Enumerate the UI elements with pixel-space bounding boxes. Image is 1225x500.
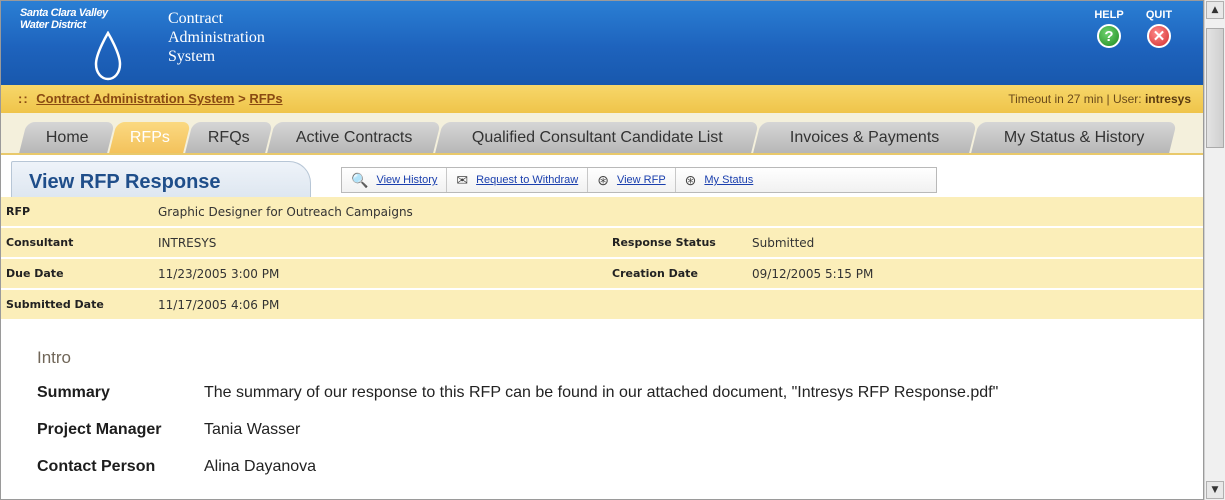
summary-label: Summary xyxy=(37,384,110,401)
help-button[interactable]: HELP ? xyxy=(1091,9,1127,48)
close-circle-icon[interactable]: ✕ xyxy=(1147,24,1171,48)
request-withdraw-action[interactable]: ✉ Request to Withdraw xyxy=(446,168,587,192)
project-manager-value: Tania Wasser xyxy=(204,421,301,438)
view-history-link[interactable]: View History xyxy=(376,174,437,186)
system-title-line: Contract xyxy=(168,10,224,27)
page-header: View RFP Response 🔍 View History ✉ Reque… xyxy=(1,153,1203,199)
user-name: intresys xyxy=(1144,92,1191,106)
intro-heading: Intro xyxy=(37,348,72,367)
detail-row-submitted-date: Submitted Date 11/17/2005 4:06 PM xyxy=(1,290,1203,321)
view-rfp-link[interactable]: View RFP xyxy=(617,174,666,186)
intro-row-contact-person: Contact Person Alina Dayanova xyxy=(37,458,1187,495)
tab-label: Invoices & Payments xyxy=(790,128,940,146)
tab-invoices-payments[interactable]: Invoices & Payments xyxy=(753,122,977,153)
intro-row-summary: Summary The summary of our response to t… xyxy=(37,384,1187,421)
tab-rfqs[interactable]: RFQs xyxy=(185,122,273,153)
withdraw-icon: ✉ xyxy=(456,171,469,188)
scroll-down-arrow-icon[interactable]: ▼ xyxy=(1206,481,1224,499)
document-icon: ⊛ xyxy=(597,171,609,188)
detail-row-consultant: Consultant INTRESYS Response Status Subm… xyxy=(1,228,1203,259)
scrollbar-thumb[interactable] xyxy=(1206,28,1224,148)
submitted-date-label: Submitted Date xyxy=(6,298,104,311)
submitted-date-value: 11/17/2005 4:06 PM xyxy=(158,298,280,312)
question-icon[interactable]: ? xyxy=(1097,24,1121,48)
tab-active-contracts[interactable]: Active Contracts xyxy=(267,122,441,153)
view-history-action[interactable]: 🔍 View History xyxy=(342,168,446,192)
tab-rfps[interactable]: RFPs xyxy=(109,122,191,153)
tab-label: Home xyxy=(45,128,89,146)
detail-row-due-date: Due Date 11/23/2005 3:00 PM Creation Dat… xyxy=(1,259,1203,290)
breadcrumb-prefix: :: xyxy=(18,91,29,106)
status-icon: ⊛ xyxy=(684,171,697,188)
app-window: Santa Clara Valley Water District Contra… xyxy=(0,0,1204,500)
system-title-line: System xyxy=(168,48,216,65)
summary-value: The summary of our response to this RFP … xyxy=(204,384,999,401)
contact-person-label: Contact Person xyxy=(37,458,156,475)
vertical-scrollbar[interactable]: ▲ ▼ xyxy=(1204,0,1225,500)
tab-label: My Status & History xyxy=(1003,128,1145,146)
quit-label: QUIT xyxy=(1145,9,1173,21)
user-label: User: xyxy=(1112,92,1142,106)
breadcrumb-bar: :: Contract Administration System > RFPs… xyxy=(1,85,1203,113)
project-manager-label: Project Manager xyxy=(37,421,162,438)
intro-row-project-manager: Project Manager Tania Wasser xyxy=(37,421,1187,458)
tab-qualified-consultant-candidate-list[interactable]: Qualified Consultant Candidate List xyxy=(435,122,759,153)
timeout-text: Timeout in 27 min | xyxy=(1008,92,1110,106)
detail-row-rfp: RFP Graphic Designer for Outreach Campai… xyxy=(1,197,1203,228)
tab-label: RFQs xyxy=(208,128,250,146)
breadcrumb-link-rfps[interactable]: RFPs xyxy=(249,91,282,106)
page-title: View RFP Response xyxy=(29,171,221,193)
response-status-label: Response Status xyxy=(612,236,716,249)
view-rfp-action[interactable]: ⊛ View RFP xyxy=(587,168,674,192)
system-title: Contract Administration System xyxy=(168,9,265,66)
response-details: RFP Graphic Designer for Outreach Campai… xyxy=(1,197,1203,321)
rfp-value: Graphic Designer for Outreach Campaigns xyxy=(158,205,413,219)
session-info: Timeout in 27 min | User: intresys xyxy=(1008,92,1191,106)
help-label: HELP xyxy=(1094,9,1124,21)
contact-person-value: Alina Dayanova xyxy=(204,458,317,475)
tab-label: Qualified Consultant Candidate List xyxy=(471,128,723,146)
system-title-line: Administration xyxy=(168,29,265,46)
creation-date-label: Creation Date xyxy=(612,267,698,280)
my-status-link[interactable]: My Status xyxy=(704,174,753,186)
magnifier-icon: 🔍 xyxy=(351,171,369,188)
quit-button[interactable]: QUIT ✕ xyxy=(1141,9,1177,48)
creation-date-value: 09/12/2005 5:15 PM xyxy=(752,267,874,281)
main-tabs: Home RFPs RFQs Active Contracts Qualifie… xyxy=(1,113,1203,153)
breadcrumb: :: Contract Administration System > RFPs xyxy=(18,91,283,106)
tab-label: RFPs xyxy=(130,128,170,146)
tab-my-status-history[interactable]: My Status & History xyxy=(971,122,1177,153)
response-status-value: Submitted xyxy=(752,236,815,250)
app-header: Santa Clara Valley Water District Contra… xyxy=(1,1,1203,85)
due-date-value: 11/23/2005 3:00 PM xyxy=(158,267,280,281)
action-toolbar: 🔍 View History ✉ Request to Withdraw ⊛ V… xyxy=(341,167,937,193)
district-logo-text: Santa Clara Valley Water District xyxy=(20,7,108,31)
due-date-label: Due Date xyxy=(6,267,64,280)
request-withdraw-link[interactable]: Request to Withdraw xyxy=(476,174,578,186)
water-drop-logo-icon xyxy=(94,31,122,81)
consultant-value: INTRESYS xyxy=(158,236,217,250)
scroll-up-arrow-icon[interactable]: ▲ xyxy=(1206,1,1224,19)
breadcrumb-separator: > xyxy=(238,91,246,106)
my-status-action[interactable]: ⊛ My Status xyxy=(674,168,763,192)
consultant-label: Consultant xyxy=(6,236,74,249)
intro-section: Intro Summary The summary of our respons… xyxy=(37,348,1187,495)
tab-home[interactable]: Home xyxy=(19,122,115,153)
tab-label: Active Contracts xyxy=(295,128,413,146)
breadcrumb-link-root[interactable]: Contract Administration System xyxy=(36,91,234,106)
rfp-label: RFP xyxy=(6,205,31,218)
